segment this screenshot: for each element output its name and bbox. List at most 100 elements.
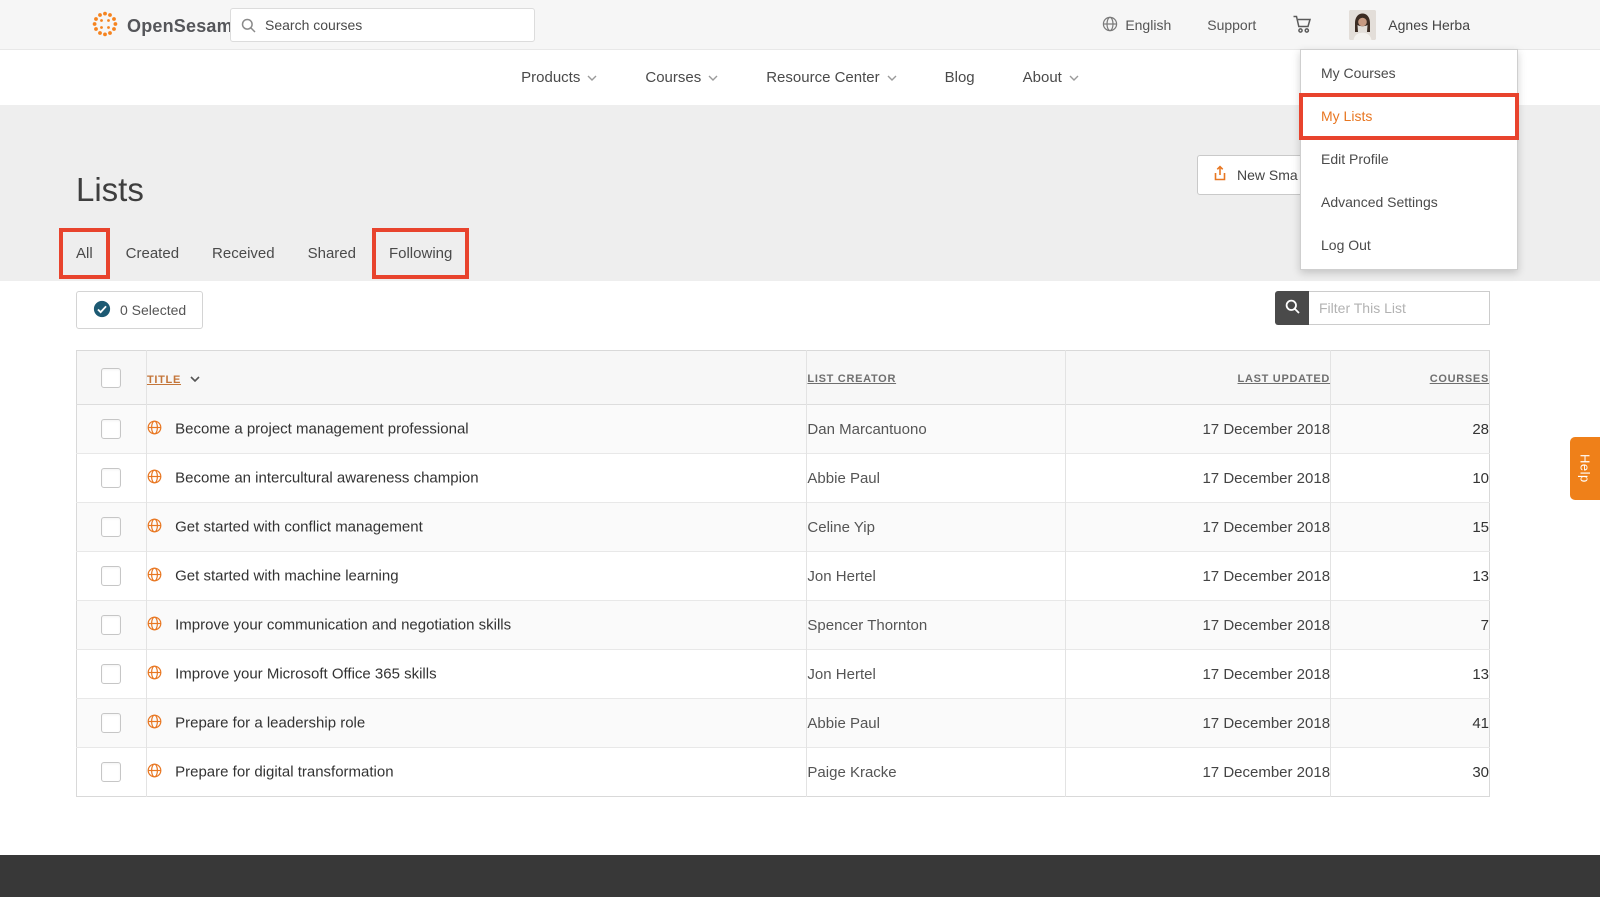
nav-item-blog[interactable]: Blog	[945, 69, 975, 86]
row-checkbox[interactable]	[101, 762, 121, 782]
tab-shared[interactable]: Shared	[308, 245, 356, 262]
globe-icon	[147, 716, 166, 733]
search-input[interactable]	[231, 9, 534, 41]
last-updated-cell: 17 December 2018	[1066, 699, 1331, 748]
language-selector[interactable]: English	[1102, 16, 1171, 35]
footer	[0, 855, 1600, 897]
courses-count-cell: 13	[1331, 650, 1490, 699]
row-checkbox[interactable]	[101, 615, 121, 635]
globe-icon	[1102, 16, 1118, 35]
nav-item-about[interactable]: About	[1023, 69, 1079, 86]
sort-chevron-icon[interactable]	[190, 369, 200, 386]
globe-icon	[147, 667, 166, 684]
check-circle-icon	[93, 300, 111, 321]
opensesame-logo[interactable]: OpenSesame	[90, 9, 243, 44]
courses-column-header[interactable]: COURSES	[1430, 373, 1489, 385]
courses-count-cell: 13	[1331, 552, 1490, 601]
list-title-link[interactable]: Improve your communication and negotiati…	[175, 616, 511, 633]
user-account[interactable]: Agnes Herba	[1349, 10, 1470, 40]
list-creator-cell: Celine Yip	[807, 503, 1066, 552]
menu-item-advanced-settings[interactable]: Advanced Settings	[1301, 181, 1517, 224]
table-row: Improve your communication and negotiati…	[77, 601, 1490, 650]
creator-column-header[interactable]: LIST CREATOR	[807, 373, 896, 385]
chevron-down-icon	[587, 75, 597, 81]
user-name[interactable]: Agnes Herba	[1388, 17, 1470, 33]
courses-count-cell: 10	[1331, 454, 1490, 503]
nav-item-resource-center[interactable]: Resource Center	[766, 69, 896, 86]
tab-all[interactable]: All	[76, 245, 93, 262]
row-checkbox[interactable]	[101, 419, 121, 439]
table-row: Prepare for a leadership role Abbie Paul…	[77, 699, 1490, 748]
row-checkbox[interactable]	[101, 468, 121, 488]
globe-icon	[147, 618, 166, 635]
filter-search-button[interactable]	[1275, 291, 1309, 325]
language-label: English	[1125, 17, 1171, 33]
select-all-checkbox[interactable]	[101, 368, 121, 388]
globe-icon	[147, 569, 166, 586]
list-tabs: All Created Received Shared Following	[76, 245, 452, 262]
tab-received[interactable]: Received	[212, 245, 275, 262]
menu-item-edit-profile[interactable]: Edit Profile	[1301, 138, 1517, 181]
cart-button[interactable]	[1292, 14, 1313, 37]
menu-item-my-lists[interactable]: My Lists	[1301, 95, 1517, 138]
topbar-right: English Support Agnes Herba	[1102, 0, 1470, 50]
updated-column-header[interactable]: LAST UPDATED	[1238, 373, 1331, 385]
list-creator-cell: Abbie Paul	[807, 454, 1066, 503]
table-row: Improve your Microsoft Office 365 skills…	[77, 650, 1490, 699]
globe-icon	[147, 520, 166, 537]
nav-item-label: Courses	[645, 69, 701, 86]
list-title-link[interactable]: Get started with conflict management	[175, 518, 423, 535]
list-title-link[interactable]: Get started with machine learning	[175, 567, 398, 584]
row-checkbox[interactable]	[101, 517, 121, 537]
help-tab[interactable]: Help	[1570, 437, 1600, 500]
filter-group	[1275, 291, 1490, 325]
list-title-link[interactable]: Prepare for digital transformation	[175, 763, 393, 780]
menu-item-my-courses[interactable]: My Courses	[1301, 52, 1517, 95]
list-title-link[interactable]: Become an intercultural awareness champi…	[175, 469, 479, 486]
search-icon	[241, 18, 256, 38]
last-updated-cell: 17 December 2018	[1066, 748, 1331, 797]
selected-count-button[interactable]: 0 Selected	[76, 291, 203, 329]
last-updated-cell: 17 December 2018	[1066, 650, 1331, 699]
list-creator-cell: Dan Marcantuono	[807, 405, 1066, 454]
new-smart-list-label: New Sma	[1237, 167, 1298, 183]
menu-item-log-out[interactable]: Log Out	[1301, 224, 1517, 267]
nav-item-products[interactable]: Products	[521, 69, 597, 86]
chevron-down-icon	[1069, 75, 1079, 81]
title-column-header[interactable]: TITLE	[147, 374, 181, 386]
list-creator-cell: Paige Kracke	[807, 748, 1066, 797]
nav-item-courses[interactable]: Courses	[645, 69, 718, 86]
tab-following[interactable]: Following	[389, 245, 452, 262]
avatar[interactable]	[1349, 10, 1376, 40]
nav-item-label: Blog	[945, 69, 975, 86]
list-title-link[interactable]: Improve your Microsoft Office 365 skills	[175, 665, 436, 682]
globe-icon	[147, 422, 166, 439]
row-checkbox[interactable]	[101, 713, 121, 733]
chevron-down-icon	[708, 75, 718, 81]
filter-input[interactable]	[1309, 291, 1490, 325]
row-checkbox[interactable]	[101, 566, 121, 586]
selected-count-label: 0 Selected	[120, 302, 186, 318]
courses-count-cell: 30	[1331, 748, 1490, 797]
support-link[interactable]: Support	[1207, 17, 1256, 33]
last-updated-cell: 17 December 2018	[1066, 454, 1331, 503]
courses-count-cell: 7	[1331, 601, 1490, 650]
list-creator-cell: Jon Hertel	[807, 650, 1066, 699]
list-title-link[interactable]: Prepare for a leadership role	[175, 714, 365, 731]
logo-icon	[90, 9, 120, 44]
table-row: Get started with conflict management Cel…	[77, 503, 1490, 552]
search-icon	[1285, 299, 1300, 317]
last-updated-cell: 17 December 2018	[1066, 503, 1331, 552]
list-title-link[interactable]: Become a project management professional	[175, 420, 469, 437]
cart-icon	[1292, 14, 1313, 37]
last-updated-cell: 17 December 2018	[1066, 601, 1331, 650]
row-checkbox[interactable]	[101, 664, 121, 684]
courses-count-cell: 28	[1331, 405, 1490, 454]
courses-count-cell: 15	[1331, 503, 1490, 552]
new-smart-list-button[interactable]: New Sma	[1197, 155, 1313, 195]
lists-table: TITLE LIST CREATOR LAST UPDATED COURSES …	[76, 350, 1490, 797]
tab-created[interactable]: Created	[126, 245, 179, 262]
topbar: OpenSesame English Support	[0, 0, 1600, 50]
table-row: Prepare for digital transformation Paige…	[77, 748, 1490, 797]
course-search	[230, 8, 535, 42]
